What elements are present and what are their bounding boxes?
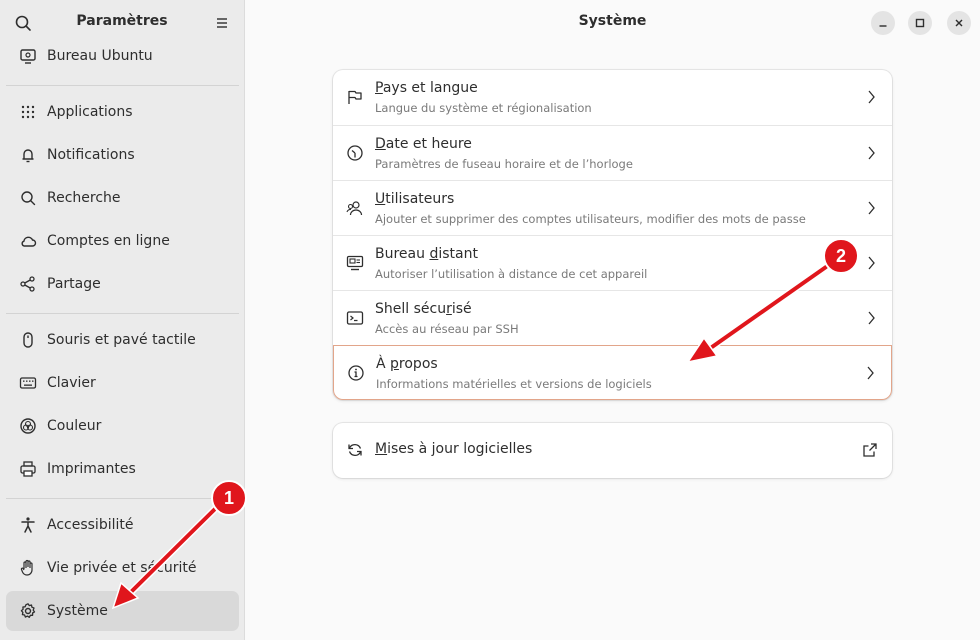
remote-desktop-icon: [346, 255, 364, 271]
chevron-right-icon: [868, 90, 875, 104]
sidebar-item-label: Imprimantes: [47, 461, 136, 477]
row-subtitle: Paramètres de fuseau horaire et de l’hor…: [375, 157, 633, 171]
clock-icon: [347, 145, 363, 161]
annotation-badge-2: 2: [823, 238, 859, 274]
row-subtitle: Accès au réseau par SSH: [375, 322, 519, 336]
sidebar-item-label: Partage: [47, 276, 101, 292]
chevron-right-icon: [868, 256, 875, 270]
info-icon: [348, 365, 364, 381]
row-pays-et-langue[interactable]: Pays et langue Langue du système et régi…: [333, 70, 892, 125]
row-title: Pays et langue: [375, 80, 478, 96]
sidebar-item-label: Souris et pavé tactile: [47, 332, 196, 348]
minimize-button[interactable]: [871, 11, 895, 35]
chevron-right-icon: [868, 201, 875, 215]
sidebar-item-notifications[interactable]: Notifications: [6, 135, 239, 175]
chevron-right-icon: [867, 366, 874, 380]
row-a-propos[interactable]: À propos Informations matérielles et ver…: [333, 345, 892, 400]
share-icon: [19, 275, 37, 293]
sidebar-item-vie-privee[interactable]: Vie privée et sécurité: [6, 548, 239, 588]
row-title: À propos: [376, 356, 438, 372]
grid-icon: [19, 103, 37, 121]
sidebar-item-bureau-ubuntu[interactable]: Bureau Ubuntu: [6, 36, 239, 76]
accessibility-icon: [19, 516, 37, 534]
sidebar-item-label: Applications: [47, 104, 133, 120]
sidebar-item-label: Notifications: [47, 147, 135, 163]
chevron-right-icon: [868, 146, 875, 160]
sidebar-item-label: Système: [47, 603, 108, 619]
sidebar-item-imprimantes[interactable]: Imprimantes: [6, 449, 239, 489]
main-panel: Système Pays et langue Langue du système…: [245, 0, 980, 640]
row-title: Shell sécurisé: [375, 301, 472, 317]
sidebar-item-label: Comptes en ligne: [47, 233, 170, 249]
sidebar-item-clavier[interactable]: Clavier: [6, 363, 239, 403]
search-icon: [19, 189, 37, 207]
external-link-icon: [863, 443, 877, 457]
sidebar-item-label: Bureau Ubuntu: [47, 48, 153, 64]
keyboard-icon: [19, 374, 37, 392]
mouse-icon: [19, 331, 37, 349]
page-title: Système: [578, 13, 647, 29]
maximize-icon: [915, 18, 925, 28]
hand-icon: [19, 559, 37, 577]
sidebar: Paramètres Bureau Ubuntu Applications No…: [0, 0, 245, 640]
printer-icon: [19, 460, 37, 478]
sidebar-item-applications[interactable]: Applications: [6, 92, 239, 132]
color-icon: [19, 417, 37, 435]
terminal-icon: [346, 311, 364, 325]
row-subtitle: Autoriser l’utilisation à distance de ce…: [375, 267, 648, 281]
sidebar-item-partage[interactable]: Partage: [6, 264, 239, 304]
row-bureau-distant[interactable]: Bureau distant Autoriser l’utilisation à…: [333, 235, 892, 290]
gear-icon: [19, 602, 37, 620]
close-button[interactable]: [947, 11, 971, 35]
row-mises-a-jour[interactable]: Mises à jour logicielles: [333, 423, 892, 478]
sidebar-item-recherche[interactable]: Recherche: [6, 178, 239, 218]
row-shell-securise[interactable]: Shell sécurisé Accès au réseau par SSH: [333, 290, 892, 345]
sidebar-item-accessibilite[interactable]: Accessibilité: [6, 505, 239, 545]
sidebar-item-label: Accessibilité: [47, 517, 134, 533]
flag-icon: [348, 90, 362, 104]
close-icon: [955, 19, 963, 27]
chevron-right-icon: [868, 311, 875, 325]
row-subtitle: Ajouter et supprimer des comptes utilisa…: [375, 212, 806, 226]
row-title: Utilisateurs: [375, 191, 455, 207]
desktop-icon: [19, 47, 37, 65]
row-subtitle: Langue du système et régionalisation: [375, 101, 592, 115]
minimize-icon: [879, 25, 887, 27]
row-subtitle: Informations matérielles et versions de …: [376, 377, 652, 391]
sidebar-item-label: Couleur: [47, 418, 102, 434]
system-settings-list: Pays et langue Langue du système et régi…: [333, 70, 892, 400]
sidebar-item-systeme[interactable]: Système: [6, 591, 239, 631]
maximize-button[interactable]: [908, 11, 932, 35]
sidebar-separator: [6, 313, 239, 314]
bell-icon: [19, 146, 37, 164]
sidebar-item-couleur[interactable]: Couleur: [6, 406, 239, 446]
annotation-badge-1: 1: [211, 480, 247, 516]
software-updates-card: Mises à jour logicielles: [333, 423, 892, 478]
sidebar-item-label: Recherche: [47, 190, 121, 206]
cloud-icon: [19, 232, 37, 250]
sidebar-item-label: Clavier: [47, 375, 96, 391]
sidebar-item-comptes-en-ligne[interactable]: Comptes en ligne: [6, 221, 239, 261]
sidebar-title: Paramètres: [76, 13, 168, 29]
row-utilisateurs[interactable]: Utilisateurs Ajouter et supprimer des co…: [333, 180, 892, 235]
hamburger-menu-icon[interactable]: [212, 13, 232, 33]
row-title: Date et heure: [375, 136, 472, 152]
sidebar-item-label: Vie privée et sécurité: [47, 560, 197, 576]
users-icon: [346, 201, 363, 216]
sidebar-item-souris[interactable]: Souris et pavé tactile: [6, 320, 239, 360]
row-title: Bureau distant: [375, 246, 478, 262]
row-date-et-heure[interactable]: Date et heure Paramètres de fuseau horai…: [333, 125, 892, 180]
sidebar-separator: [6, 498, 239, 499]
sidebar-separator: [6, 85, 239, 86]
refresh-icon: [348, 444, 362, 456]
row-title: Mises à jour logicielles: [375, 441, 533, 457]
